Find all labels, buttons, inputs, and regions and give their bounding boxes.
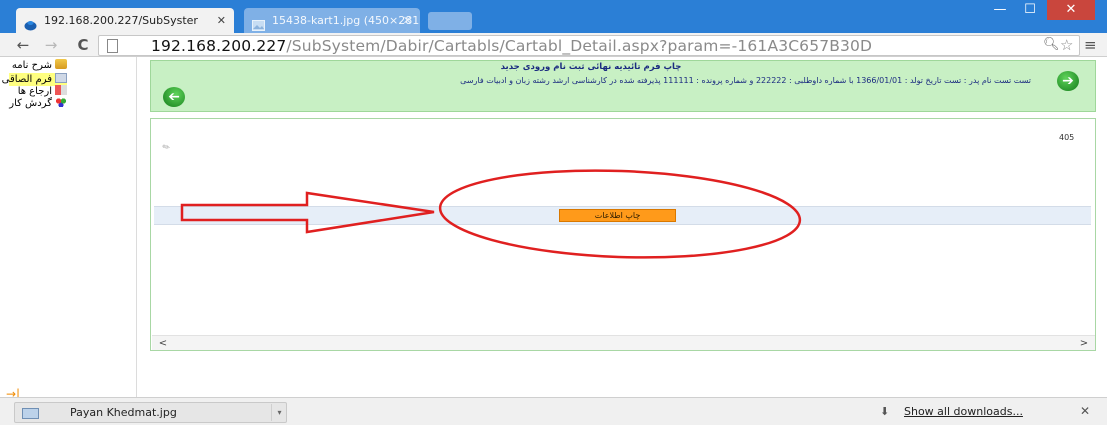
image-file-icon	[22, 408, 39, 419]
back-arrow-button-icon[interactable]: ➔	[163, 87, 185, 107]
form-panel: 405 ✎ چاپ اطلاعات < >	[150, 118, 1096, 351]
referral-icon	[55, 85, 67, 95]
browser-toolbar: ← → C 192.168.200.227/SubSystem/Dabir/Ca…	[0, 33, 1107, 57]
url-path: /SubSystem/Dabir/Cartabls/Cartabl_Detail…	[286, 37, 873, 55]
reload-icon[interactable]: C	[72, 35, 94, 55]
zoom-icon[interactable]: 🔍︎	[1043, 37, 1060, 52]
browser-titlebar: 192.168.200.227/SubSyster ✕ 15438-kart1.…	[0, 0, 1107, 33]
workflow-icon	[55, 97, 67, 107]
pen-icon: ✎	[161, 141, 173, 155]
sidebar-item-label: ارجاع ها	[17, 86, 52, 97]
download-shelf: Payan Khedmat.jpg ▾ ⬇ Show all downloads…	[0, 397, 1107, 425]
close-shelf-icon[interactable]: ✕	[1080, 404, 1090, 418]
sidebar-item-label: فرم الصاقی	[1, 74, 52, 85]
tab-label: 192.168.200.227/SubSyster	[44, 14, 198, 27]
next-arrow-icon[interactable]: ➔	[1057, 71, 1079, 91]
sidebar-item-workflow[interactable]: گردش کار	[9, 97, 67, 110]
page-icon	[107, 39, 118, 53]
url-host: 192.168.200.227	[151, 37, 287, 55]
bookmark-star-icon[interactable]: ☆	[1060, 36, 1073, 54]
side-menu: شرح نامه فرم الصاقی ارجاع ها گردش کار →|	[0, 57, 137, 400]
maximize-icon[interactable]: ☐	[1016, 0, 1044, 20]
tab-label: 15438-kart1.jpg (450×281)	[272, 14, 420, 27]
window-close-icon[interactable]: ✕	[1047, 0, 1095, 20]
minimize-icon[interactable]: —	[986, 0, 1014, 20]
site-favicon	[24, 15, 37, 31]
download-icon: ⬇	[880, 405, 890, 418]
download-file-name: Payan Khedmat.jpg	[70, 406, 177, 419]
close-tab-icon[interactable]: ✕	[217, 8, 226, 33]
sidebar-item-label: شرح نامه	[11, 60, 52, 71]
sidebar-item-letter-description[interactable]: شرح نامه	[9, 59, 67, 72]
record-code: 405	[1059, 133, 1075, 142]
back-arrow-icon[interactable]: ←	[12, 35, 34, 55]
main-content: چاپ فرم تائیدیه نهائی ثبت نام ورودی جدید…	[137, 57, 1107, 397]
tab-subsystem[interactable]: 192.168.200.227/SubSyster ✕	[16, 8, 234, 33]
scroll-left-icon[interactable]: <	[156, 337, 170, 350]
horizontal-scrollbar[interactable]: < >	[152, 335, 1095, 350]
scroll-right-icon[interactable]: >	[1077, 337, 1091, 350]
form-header: چاپ فرم تائیدیه نهائی ثبت نام ورودی جدید…	[150, 60, 1096, 112]
download-item[interactable]: Payan Khedmat.jpg ▾	[14, 402, 287, 423]
print-info-button[interactable]: چاپ اطلاعات	[559, 209, 676, 222]
show-all-downloads-link[interactable]: Show all downloads...	[904, 405, 1023, 418]
form-icon	[55, 73, 67, 83]
sidebar-item-label: گردش کار	[9, 98, 52, 109]
url-text: 192.168.200.227/SubSystem/Dabir/Cartabls…	[151, 36, 873, 55]
chrome-menu-icon[interactable]: ≡	[1084, 36, 1097, 54]
forward-arrow-icon[interactable]: →	[40, 35, 62, 55]
tab-image[interactable]: 15438-kart1.jpg (450×281) ✕	[244, 8, 420, 33]
book-icon	[55, 59, 67, 69]
close-tab-icon[interactable]: ✕	[403, 8, 412, 33]
form-title: چاپ فرم تائیدیه نهائی ثبت نام ورودی جدید	[500, 62, 682, 72]
student-info: تست تست نام پدر : تست تاریخ تولد : 1366/…	[460, 76, 1031, 85]
image-favicon	[252, 15, 265, 31]
chevron-down-icon[interactable]: ▾	[271, 404, 287, 421]
address-bar[interactable]: 192.168.200.227/SubSystem/Dabir/Cartabls…	[98, 35, 1080, 56]
print-toolbar: چاپ اطلاعات	[154, 206, 1091, 225]
new-tab-button[interactable]	[428, 12, 472, 30]
